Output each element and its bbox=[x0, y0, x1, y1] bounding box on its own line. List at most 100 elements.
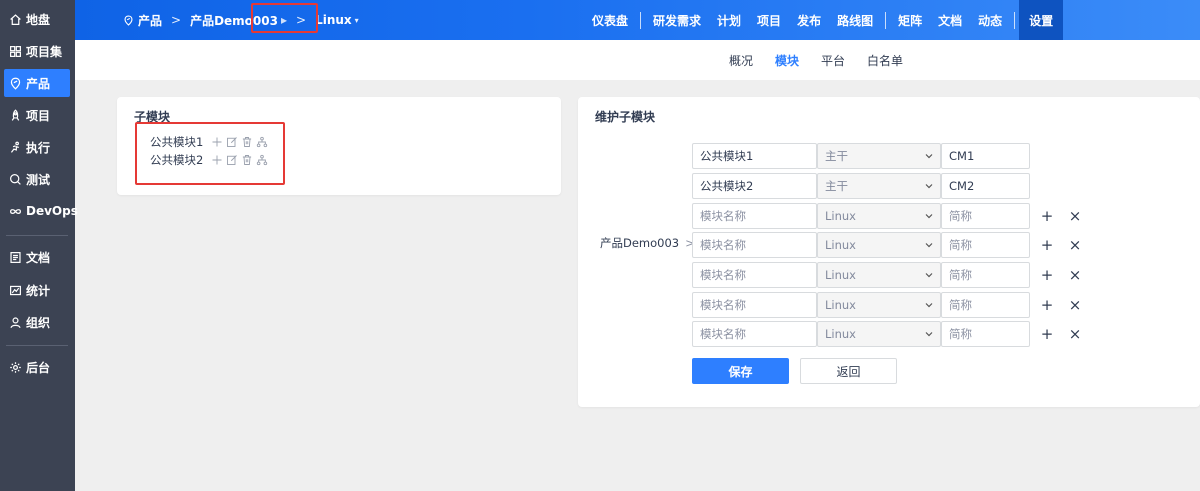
branch-select[interactable]: 主干 bbox=[817, 143, 941, 169]
module-short-input[interactable]: CM1 bbox=[941, 143, 1030, 169]
list-item: 公共模块2 bbox=[150, 152, 271, 168]
sitemap-icon[interactable] bbox=[256, 136, 268, 148]
sidebar-item-execution[interactable]: 执行 bbox=[4, 133, 70, 161]
module-name-input[interactable]: 公共模块1 bbox=[692, 143, 817, 169]
sidebar: 地盘 项目集 产品 项目 执行 测试 DevOps 文档 统计 组织 后台 bbox=[0, 0, 78, 491]
branch-select[interactable]: Linux bbox=[817, 292, 941, 318]
module-name-input[interactable]: 模块名称 bbox=[692, 232, 817, 258]
branch-select[interactable]: Linux bbox=[817, 262, 941, 288]
sidebar-item-devops[interactable]: DevOps bbox=[4, 197, 78, 225]
nav-doc[interactable]: 文档 bbox=[930, 0, 970, 40]
rocket-icon bbox=[9, 108, 22, 122]
sidebar-item-label: 项目集 bbox=[26, 44, 63, 59]
sidebar-item-doc[interactable]: 文档 bbox=[4, 243, 70, 271]
add-row-icon[interactable]: + bbox=[1040, 296, 1054, 314]
breadcrumb: 产品 > 产品Demo003 ▸ > Linux ▾ bbox=[123, 0, 359, 40]
sidebar-item-org[interactable]: 组织 bbox=[4, 308, 70, 336]
gear-icon bbox=[9, 361, 22, 374]
infinity-icon bbox=[9, 205, 22, 218]
chart-icon bbox=[9, 284, 22, 297]
module-short-input[interactable]: 简称 bbox=[941, 203, 1030, 229]
sidebar-divider bbox=[6, 235, 68, 236]
add-row-icon[interactable]: + bbox=[1040, 207, 1054, 225]
module-name-input[interactable]: 模块名称 bbox=[692, 321, 817, 347]
sidebar-item-admin[interactable]: 后台 bbox=[4, 353, 70, 381]
trash-icon[interactable] bbox=[241, 136, 253, 148]
remove-row-icon[interactable]: × bbox=[1068, 266, 1082, 284]
product-icon bbox=[9, 77, 22, 90]
move-icon[interactable] bbox=[211, 154, 223, 166]
module-short-input[interactable]: 简称 bbox=[941, 321, 1030, 347]
product-switch-caret-icon[interactable]: ▸ bbox=[281, 13, 287, 27]
breadcrumb-home[interactable]: 产品 bbox=[123, 12, 162, 29]
sidebar-item-project[interactable]: 项目 bbox=[4, 101, 70, 129]
sidebar-item-product[interactable]: 产品 bbox=[4, 69, 70, 97]
sitemap-icon[interactable] bbox=[256, 154, 268, 166]
nav-settings[interactable]: 设置 bbox=[1019, 0, 1064, 40]
branch-select[interactable]: Linux bbox=[817, 203, 941, 229]
move-icon[interactable] bbox=[211, 136, 223, 148]
home-icon bbox=[9, 13, 22, 26]
nav-story[interactable]: 研发需求 bbox=[645, 0, 709, 40]
branch-select[interactable]: Linux bbox=[817, 321, 941, 347]
sidebar-item-label: 项目 bbox=[26, 108, 51, 123]
trash-icon[interactable] bbox=[241, 154, 253, 166]
sidebar-item-dashboard[interactable]: 地盘 bbox=[4, 5, 70, 33]
chevron-down-icon bbox=[924, 270, 934, 280]
product-icon bbox=[124, 14, 133, 26]
subnav-whitelist[interactable]: 白名单 bbox=[867, 52, 903, 69]
doc-icon bbox=[9, 251, 22, 264]
save-button[interactable]: 保存 bbox=[692, 358, 789, 384]
remove-row-icon[interactable]: × bbox=[1068, 207, 1082, 225]
chevron-down-icon: ▾ bbox=[354, 15, 359, 25]
chevron-down-icon bbox=[924, 329, 934, 339]
card-title: 子模块 bbox=[134, 110, 171, 124]
remove-row-icon[interactable]: × bbox=[1068, 325, 1082, 343]
remove-row-icon[interactable]: × bbox=[1068, 296, 1082, 314]
module-short-input[interactable]: CM2 bbox=[941, 173, 1030, 199]
nav-roadmap[interactable]: 路线图 bbox=[829, 0, 881, 40]
module-name[interactable]: 公共模块2 bbox=[150, 152, 203, 168]
nav-release[interactable]: 发布 bbox=[789, 0, 829, 40]
edit-icon[interactable] bbox=[226, 136, 238, 148]
module-name[interactable]: 公共模块1 bbox=[150, 134, 203, 150]
add-row-icon[interactable]: + bbox=[1040, 236, 1054, 254]
edit-icon[interactable] bbox=[226, 154, 238, 166]
branch-select[interactable]: Linux bbox=[817, 232, 941, 258]
chevron-down-icon bbox=[924, 181, 934, 191]
sub-nav: 概况 模块 平台 白名单 bbox=[75, 40, 1200, 80]
remove-row-icon[interactable]: × bbox=[1068, 236, 1082, 254]
sidebar-item-test[interactable]: 测试 bbox=[4, 165, 70, 193]
module-short-input[interactable]: 简称 bbox=[941, 292, 1030, 318]
sidebar-item-label: 产品 bbox=[26, 76, 51, 91]
chevron-down-icon bbox=[924, 300, 934, 310]
subnav-module[interactable]: 模块 bbox=[775, 52, 799, 69]
nav-matrix[interactable]: 矩阵 bbox=[890, 0, 930, 40]
branch-switcher[interactable]: Linux ▾ bbox=[315, 13, 359, 27]
sidebar-item-stats[interactable]: 统计 bbox=[4, 276, 70, 304]
module-short-input[interactable]: 简称 bbox=[941, 262, 1030, 288]
add-row-icon[interactable]: + bbox=[1040, 266, 1054, 284]
nav-dashboard[interactable]: 仪表盘 bbox=[584, 0, 636, 40]
chevron-right-icon: > bbox=[171, 13, 182, 27]
chevron-down-icon bbox=[924, 240, 934, 250]
module-name-input[interactable]: 模块名称 bbox=[692, 203, 817, 229]
module-name-input[interactable]: 模块名称 bbox=[692, 292, 817, 318]
nav-divider bbox=[1014, 11, 1016, 29]
nav-project[interactable]: 项目 bbox=[749, 0, 789, 40]
sidebar-divider bbox=[6, 345, 68, 346]
subnav-overview[interactable]: 概况 bbox=[729, 52, 753, 69]
back-button[interactable]: 返回 bbox=[800, 358, 897, 384]
module-short-input[interactable]: 简称 bbox=[941, 232, 1030, 258]
breadcrumb-product[interactable]: 产品Demo003 bbox=[190, 12, 278, 29]
nav-plan[interactable]: 计划 bbox=[709, 0, 749, 40]
add-row-icon[interactable]: + bbox=[1040, 325, 1054, 343]
branch-select[interactable]: 主干 bbox=[817, 173, 941, 199]
subnav-platform[interactable]: 平台 bbox=[821, 52, 845, 69]
module-name-input[interactable]: 公共模块2 bbox=[692, 173, 817, 199]
sidebar-item-program[interactable]: 项目集 bbox=[4, 37, 70, 65]
module-name-input[interactable]: 模块名称 bbox=[692, 262, 817, 288]
user-icon bbox=[9, 316, 22, 329]
nav-dynamic[interactable]: 动态 bbox=[970, 0, 1010, 40]
list-item: 公共模块1 bbox=[150, 134, 271, 150]
